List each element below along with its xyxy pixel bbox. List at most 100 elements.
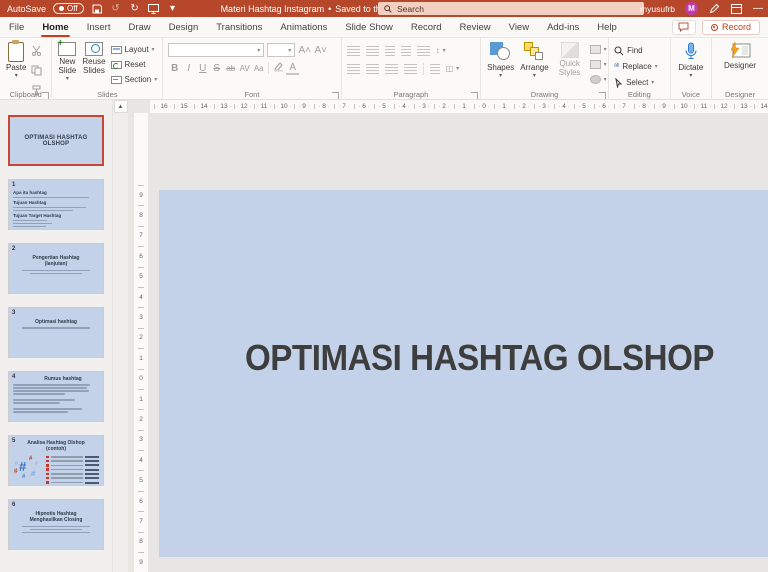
designer-label: Designer [724,61,756,70]
font-size-combobox[interactable]: ▾ [267,43,295,57]
slide-thumbnail-1[interactable]: OPTIMASI HASHTAG OLSHOP [8,115,104,166]
user-name[interactable]: myusufrb [640,4,675,14]
layout-button[interactable]: Layout▾ [111,43,158,56]
text-direction-icon[interactable]: ↕▾ [436,44,446,57]
document-title-separator: • [328,4,331,14]
text-shadow-button[interactable]: ab [224,64,237,73]
tab-design[interactable]: Design [160,17,208,38]
slide-canvas[interactable]: OPTIMASI HASHTAG OLSHOP [148,113,768,572]
slide-thumbnail-6[interactable]: 5Analisa Hashtag Olshop (contoh) # # # #… [8,435,104,486]
reset-button[interactable]: Reset [111,58,158,71]
replace-icon: ᵃᵇ [614,63,619,70]
dictate-button[interactable]: Dictate ▾ [675,40,706,82]
tab-insert[interactable]: Insert [78,17,120,38]
thumbnail-scrollbar[interactable]: ▲ [112,100,128,572]
minimize-icon[interactable]: — [752,3,764,15]
workspace: OPTIMASI HASHTAG OLSHOP 1 Apa itu hashtag… [0,100,768,572]
tab-help[interactable]: Help [588,17,626,38]
tab-file[interactable]: File [0,17,33,38]
avatar[interactable]: M [685,2,698,15]
section-button[interactable]: Section▾ [111,73,158,86]
find-button[interactable]: Find [614,44,658,57]
character-spacing-button[interactable]: AV [238,64,251,73]
paragraph-dialog-launcher[interactable] [471,92,478,99]
slides-group-label: Slides [52,90,162,99]
clipboard-dialog-launcher[interactable] [42,92,49,99]
slides-group: New Slide ▾ Reuse Slides Layout▾ Reset S… [52,38,163,100]
designer-button[interactable]: Designer [721,40,759,72]
quick-styles-button[interactable]: Quick Styles [552,40,588,79]
reuse-slides-icon [85,42,103,56]
scrollbar-up-arrow-icon[interactable]: ▲ [114,100,128,113]
columns-icon[interactable] [430,64,440,74]
decrease-font-size-icon[interactable]: A˅ [314,45,327,56]
redo-icon[interactable]: ↻ [129,3,141,15]
shape-fill-button[interactable]: ▾ [590,43,607,56]
comments-button[interactable] [672,20,696,35]
shapes-button[interactable]: Shapes ▾ [484,40,517,82]
justify-icon[interactable] [404,64,417,74]
bold-button[interactable]: B [168,63,181,74]
comment-icon [678,22,689,32]
tab-draw[interactable]: Draw [119,17,159,38]
search-box[interactable]: Search [378,2,644,15]
copy-icon[interactable] [31,63,42,81]
align-center-icon[interactable] [366,64,379,74]
increase-indent-icon[interactable] [401,46,411,56]
align-right-icon[interactable] [385,64,398,74]
drawing-group-label: Drawing [481,90,608,99]
arrange-button[interactable]: Arrange ▾ [517,40,551,82]
tab-home[interactable]: Home [33,17,77,38]
convert-to-smartart-icon[interactable]: ◫▾ [446,62,460,75]
align-left-icon[interactable] [347,64,360,74]
underline-button[interactable]: U [196,63,209,74]
ribbon-display-options-icon[interactable] [730,3,742,15]
start-presentation-icon[interactable] [148,3,160,15]
font-name-combobox[interactable]: ▾ [168,43,264,57]
shape-outline-button[interactable]: ▾ [590,58,607,71]
tab-slide-show[interactable]: Slide Show [336,17,402,38]
tab-record[interactable]: Record [402,17,451,38]
autosave-toggle[interactable]: Off [53,3,84,14]
select-button[interactable]: Select▾ [614,76,658,89]
increase-font-size-icon[interactable]: A˄ [298,45,311,56]
change-case-button[interactable]: Aa [252,64,265,73]
slide-thumbnail-2[interactable]: 1 Apa itu hashtag Tujuan Hashtag Tujuan … [8,179,104,230]
tab-transitions[interactable]: Transitions [207,17,271,38]
current-slide[interactable]: OPTIMASI HASHTAG OLSHOP [159,190,768,557]
shape-effects-button[interactable]: ▾ [590,73,607,86]
highlight-color-button[interactable] [272,61,285,75]
strikethrough-button[interactable]: S [210,63,223,74]
undo-icon[interactable]: ↺ [110,3,122,15]
editing-group: Find ᵃᵇReplace▾ Select▾ Editing [609,38,671,100]
layout-icon [111,46,122,54]
replace-button[interactable]: ᵃᵇReplace▾ [614,60,658,73]
new-slide-button[interactable]: New Slide ▾ [55,40,79,85]
quick-access-toolbar-menu-icon[interactable]: ▾ [167,3,179,15]
slide-title-text[interactable]: OPTIMASI HASHTAG OLSHOP [245,337,714,379]
reuse-slides-button[interactable]: Reuse Slides [79,40,108,77]
font-dialog-launcher[interactable] [332,92,339,99]
cut-icon[interactable] [31,43,42,61]
tab-review[interactable]: Review [451,17,500,38]
font-color-button[interactable]: A [286,62,299,75]
slide-thumbnail-4[interactable]: 3Optimasi hashtag [8,307,104,358]
slide-thumbnail-7[interactable]: 6Hipnotis Hashtag Menghasilkan Closing [8,499,104,550]
tab-animations[interactable]: Animations [271,17,336,38]
line-spacing-icon[interactable] [417,46,430,56]
record-button[interactable]: Record [702,20,760,35]
save-icon[interactable] [91,3,103,15]
numbering-icon[interactable] [366,46,379,56]
drawing-dialog-launcher[interactable] [599,92,606,99]
paste-button[interactable]: Paste ▾ [3,40,29,82]
tab-view[interactable]: View [500,17,538,38]
italic-button[interactable]: I [182,63,195,74]
inking-icon[interactable] [708,3,720,15]
slide-thumbnail-3[interactable]: 2Pengertian Hashtag (lanjutan) [8,243,104,294]
title-bar: AutoSave Off ↺ ↻ ▾ Materi Hashtag Instag… [0,0,768,17]
bullets-icon[interactable] [347,46,360,56]
slide-thumbnail-5[interactable]: 4Rumus hashtag [8,371,104,422]
paragraph-group: ↕▾ ◫▾ Paragraph [342,38,481,100]
tab-add-ins[interactable]: Add-ins [538,17,588,38]
decrease-indent-icon[interactable] [385,46,395,56]
